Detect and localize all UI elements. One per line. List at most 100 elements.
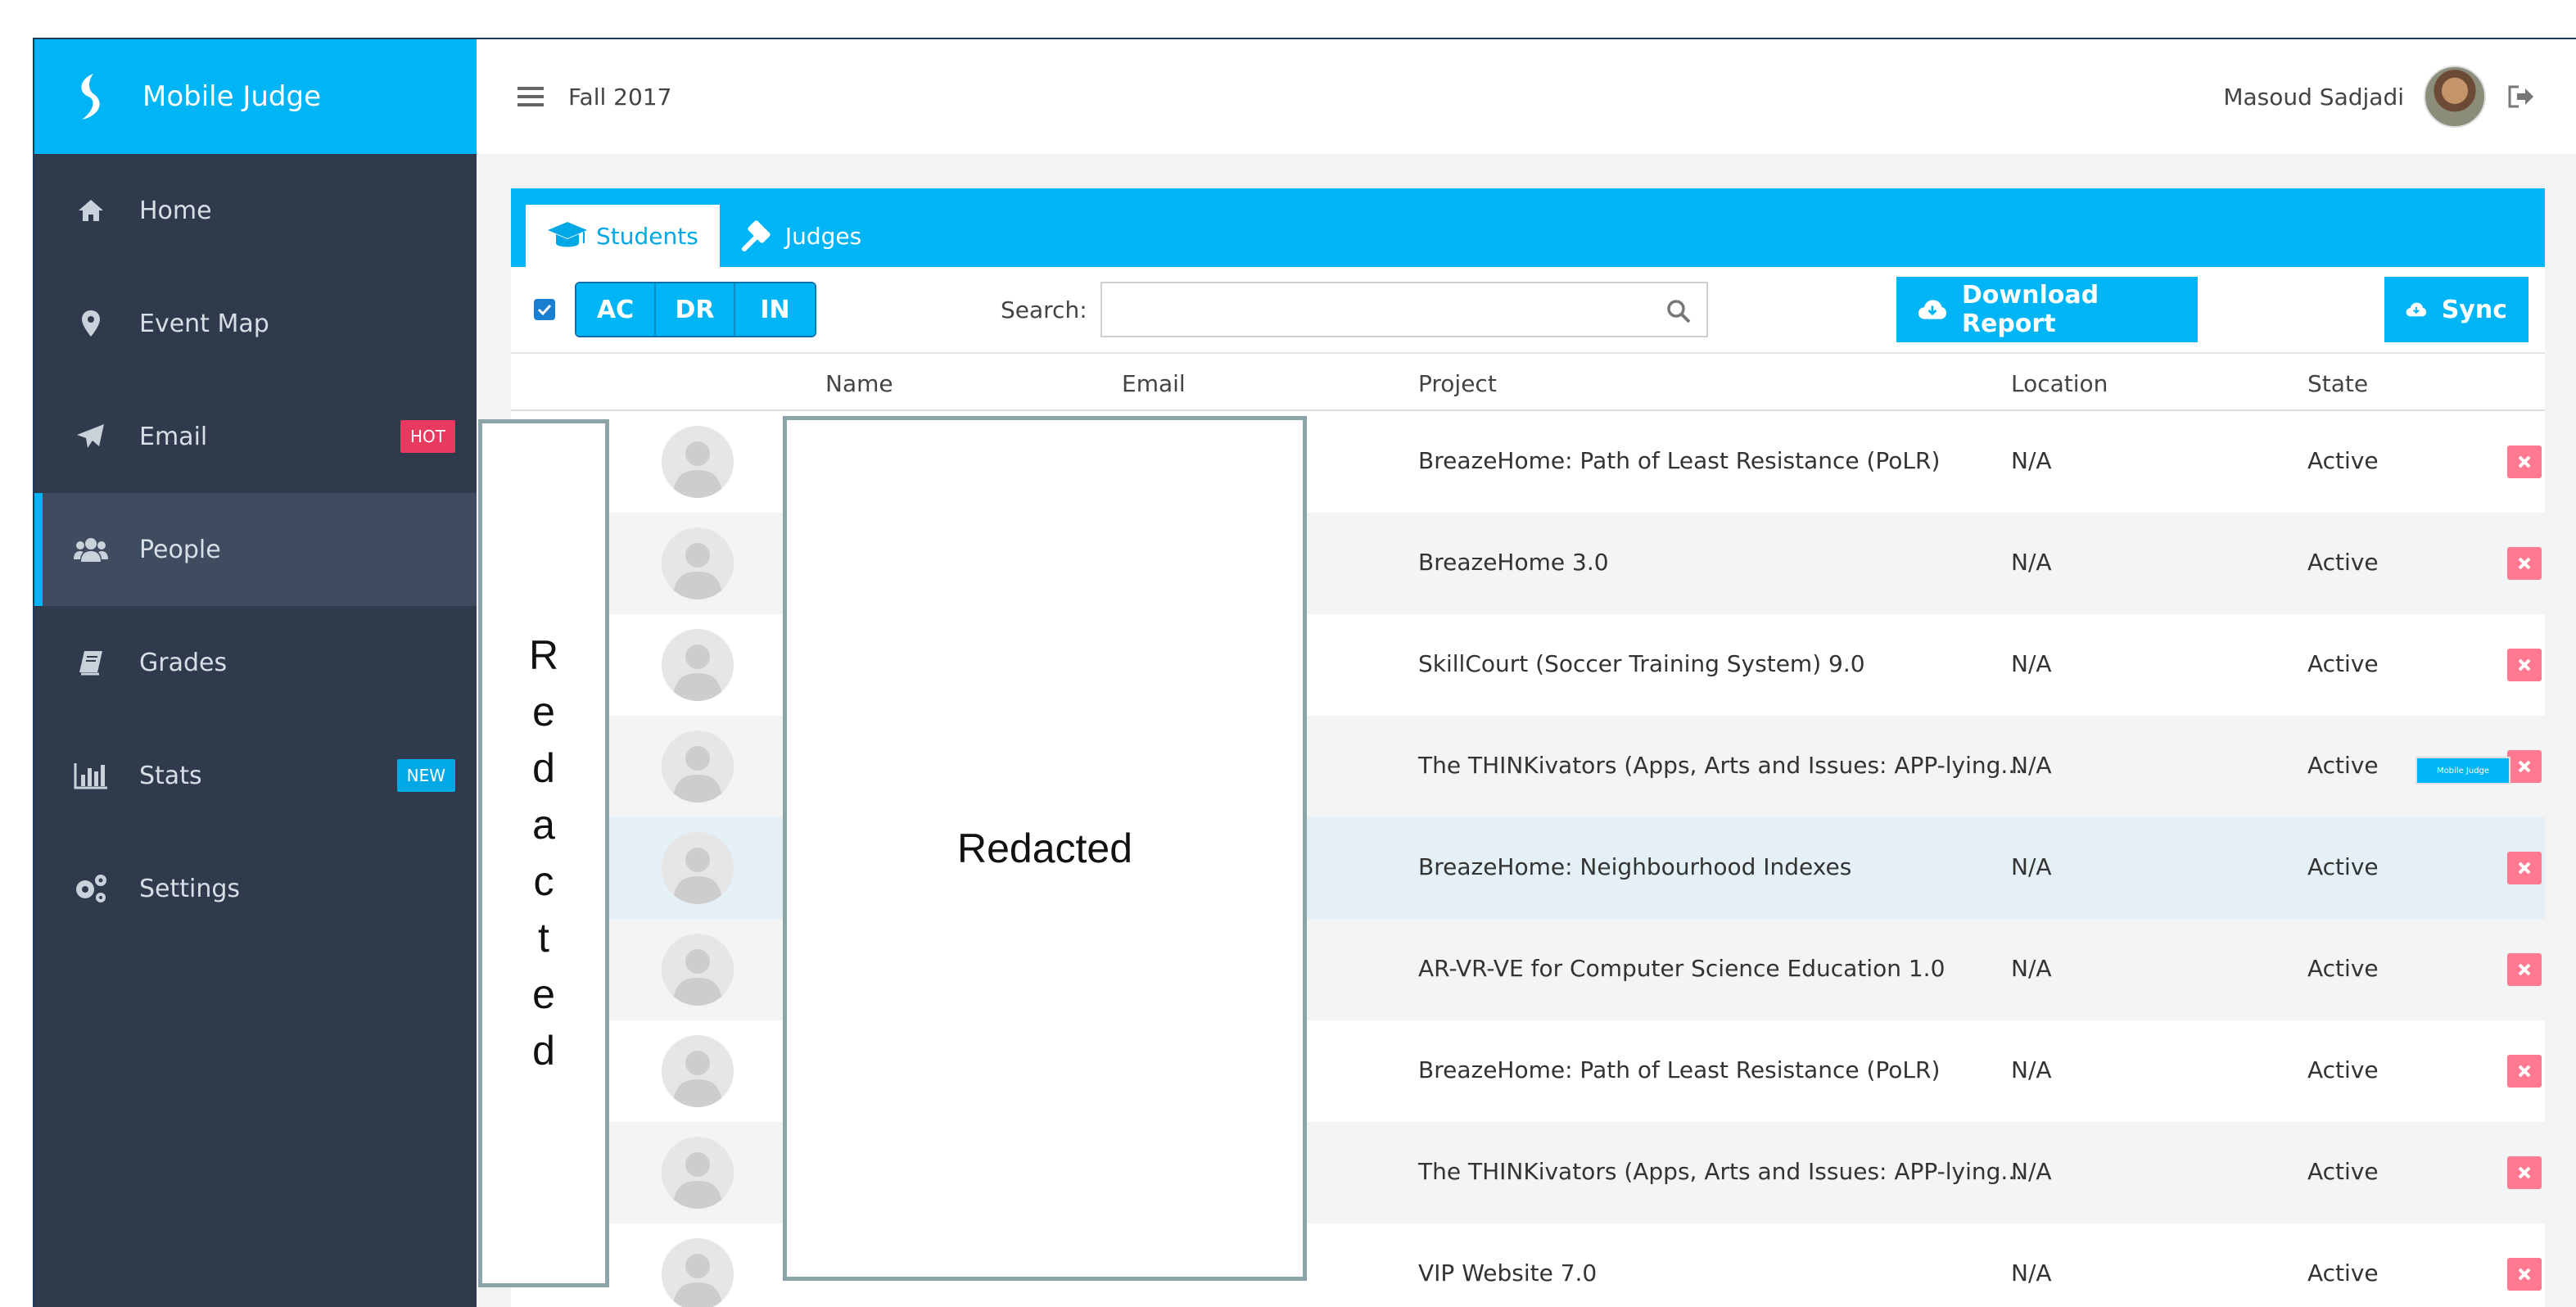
map-marker-icon [72,305,110,342]
project-cell: The THINKivators (Apps, Arts and Issues:… [1418,752,2023,779]
location-cell: N/A [2011,447,2052,474]
project-cell: BreazeHome 3.0 [1418,549,1609,576]
term-selector[interactable]: Fall 2017 [568,84,671,111]
close-icon [2518,557,2531,570]
location-cell: N/A [2011,955,2052,982]
delete-button[interactable] [2507,649,2542,681]
column-header-location[interactable]: Location [2011,370,2108,397]
close-icon [2518,658,2531,672]
delete-button[interactable] [2507,1055,2542,1088]
cloud-download-icon [1918,300,1946,319]
hot-badge: HOT [400,420,455,453]
redacted-letter: d [532,1028,555,1074]
project-cell: The THINKivators (Apps, Arts and Issues:… [1418,1158,2023,1185]
sidebar-item-label: Grades [139,648,228,677]
delete-button[interactable] [2507,953,2542,986]
search-icon[interactable] [1665,298,1692,324]
sidebar-item-people[interactable]: People [34,493,477,606]
close-icon [2518,862,2531,875]
filter-ac-button[interactable]: AC [576,283,656,336]
user-name: Masoud Sadjadi [2223,83,2404,111]
delete-button[interactable] [2507,1156,2542,1189]
brand-header[interactable]: Mobile Judge [34,39,477,154]
location-cell: N/A [2011,650,2052,677]
delete-button[interactable] [2507,750,2542,783]
search-label: Search: [1001,296,1087,323]
select-all-checkbox[interactable] [534,299,555,320]
search-input[interactable] [1102,283,1643,332]
logout-icon[interactable] [2507,84,2535,109]
close-icon [2518,1065,2531,1078]
sidebar-item-grades[interactable]: Grades [34,606,477,719]
gears-icon [72,870,110,907]
location-cell: N/A [2011,1260,2052,1287]
column-header-project[interactable]: Project [1418,370,1497,397]
delete-button[interactable] [2507,547,2542,580]
tab-label: Students [596,222,698,250]
student-avatar [662,934,734,1006]
delete-button[interactable] [2507,852,2542,884]
location-cell: N/A [2011,1158,2052,1185]
home-icon [72,192,110,229]
paper-plane-icon [72,418,110,455]
state-filter-group: AC DR IN [575,282,816,337]
close-icon [2518,455,2531,468]
tab-judges[interactable]: Judges [720,205,883,267]
users-icon [72,531,110,568]
tab-students[interactable]: Students [526,205,720,267]
book-icon [72,644,110,681]
drag-preview-tooltip: Mobile Judge [2416,757,2510,785]
download-report-button[interactable]: Download Report [1896,277,2198,342]
project-cell: SkillCourt (Soccer Training System) 9.0 [1418,650,1865,677]
redacted-letter: c [533,858,554,904]
delete-button[interactable] [2507,1258,2542,1291]
close-icon [2518,1166,2531,1179]
gavel-icon [741,220,771,251]
avatar[interactable] [2424,66,2486,128]
sidebar-item-event-map[interactable]: Event Map [34,267,477,380]
sidebar: Mobile Judge Home Event Map Email HOT Pe… [34,39,477,1307]
student-avatar [662,1238,734,1307]
sync-label: Sync [2441,295,2507,324]
sync-button[interactable]: Sync [2384,277,2529,342]
sidebar-item-stats[interactable]: Stats NEW [34,719,477,832]
location-cell: N/A [2011,1056,2052,1083]
table-header: Name Email Project Location State [511,354,2545,411]
filter-in-button[interactable]: IN [735,283,815,336]
column-header-email[interactable]: Email [1122,370,1186,397]
redacted-letter: e [532,689,555,735]
state-cell: Active [2307,853,2379,880]
check-icon [537,304,552,316]
location-cell: N/A [2011,752,2052,779]
graduation-cap-icon [548,222,587,247]
app-title: Mobile Judge [142,80,321,113]
user-menu[interactable]: Masoud Sadjadi [2223,66,2486,128]
state-cell: Active [2307,955,2379,982]
student-avatar [662,730,734,803]
project-cell: BreazeHome: Path of Least Resistance (Po… [1418,1056,1941,1083]
sidebar-item-home[interactable]: Home [34,154,477,267]
sidebar-item-settings[interactable]: Settings [34,832,477,945]
table-toolbar: AC DR IN Search: Download Report Sync [511,267,2545,354]
column-header-state[interactable]: State [2307,370,2368,397]
tab-label: Judges [784,222,862,250]
sidebar-item-label: People [139,535,221,564]
column-header-name[interactable]: Name [825,370,893,397]
hamburger-menu-icon[interactable] [517,85,544,108]
project-cell: VIP Website 7.0 [1418,1260,1598,1287]
delete-button[interactable] [2507,445,2542,478]
redacted-letter: a [532,802,555,848]
redacted-name-email-columns: Redacted [783,416,1307,1281]
tab-bar: Students Judges [511,188,2545,267]
sidebar-item-label: Home [139,196,212,225]
redacted-letter: e [532,971,555,1017]
filter-dr-button[interactable]: DR [656,283,735,336]
project-cell: BreazeHome: Neighbourhood Indexes [1418,853,1852,880]
bar-chart-icon [72,757,110,794]
sidebar-item-email[interactable]: Email HOT [34,380,477,493]
state-cell: Active [2307,650,2379,677]
redacted-letter: R [528,632,559,678]
student-avatar [662,629,734,701]
redacted-label: Redacted [956,825,1133,871]
student-avatar [662,1035,734,1107]
